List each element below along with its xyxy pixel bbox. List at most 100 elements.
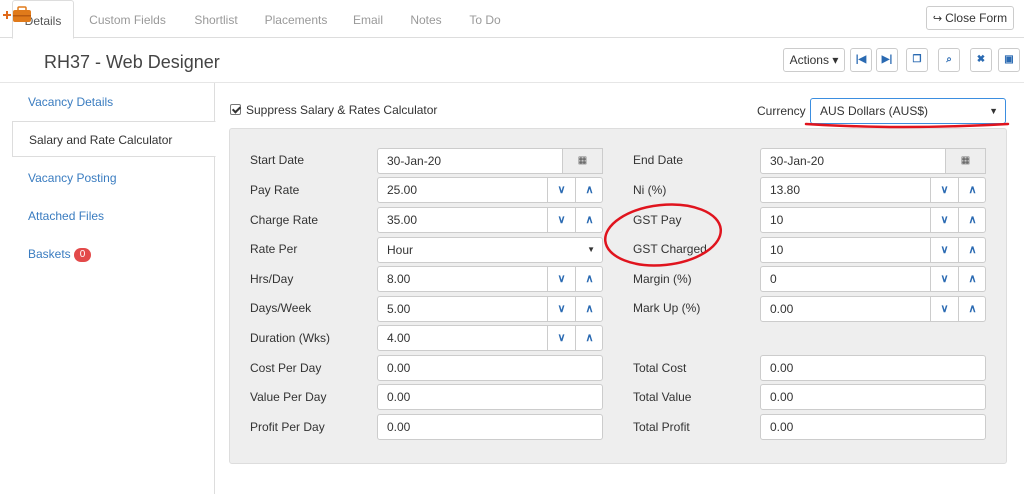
- chevron-down-icon[interactable]: ∨: [930, 208, 958, 232]
- chevron-up-icon[interactable]: ∧: [958, 238, 986, 262]
- chevron-up-icon[interactable]: ∧: [575, 178, 603, 202]
- chevron-up-icon[interactable]: ∧: [958, 267, 986, 291]
- actions-label: Actions: [789, 53, 829, 67]
- caret-down-icon: ▼: [989, 106, 998, 116]
- chevron-down-icon[interactable]: ∨: [930, 178, 958, 202]
- profit-per-day-field[interactable]: 0.00: [377, 414, 603, 440]
- sidebar-item-vacancy-details[interactable]: Vacancy Details: [12, 84, 215, 120]
- mark-up-field[interactable]: 0.00 ∨ ∧: [760, 296, 986, 322]
- hrs-day-field[interactable]: 8.00 ∨ ∧: [377, 266, 603, 292]
- total-profit-field[interactable]: 0.00: [760, 414, 986, 440]
- gst-pay-value: 10: [770, 213, 784, 227]
- duration-value: 4.00: [387, 331, 411, 345]
- cost-per-day-field[interactable]: 0.00: [377, 355, 603, 381]
- currency-value: AUS Dollars (AUS$): [820, 104, 929, 118]
- end-date-value: 30-Jan-20: [770, 154, 825, 168]
- chevron-up-icon[interactable]: ∧: [958, 297, 986, 321]
- chevron-down-icon[interactable]: ∨: [547, 297, 575, 321]
- sidebar-item-attached-files[interactable]: Attached Files: [12, 198, 215, 234]
- rate-per-label: Rate Per: [250, 242, 298, 256]
- gst-pay-label: GST Pay: [633, 213, 682, 227]
- chevron-up-icon[interactable]: ∧: [575, 326, 603, 350]
- margin-label: Margin (%): [633, 272, 692, 286]
- ni-label: Ni (%): [633, 183, 667, 197]
- pay-rate-value: 25.00: [387, 183, 418, 197]
- start-date-value: 30-Jan-20: [387, 154, 442, 168]
- chevron-down-icon[interactable]: ∨: [547, 178, 575, 202]
- copy-icon[interactable]: ❐: [906, 48, 928, 72]
- exit-icon: ↪: [932, 13, 943, 25]
- first-record-icon[interactable]: |◀: [850, 48, 872, 72]
- last-record-icon[interactable]: ▶|: [876, 48, 898, 72]
- checkbox-checked[interactable]: [230, 104, 241, 115]
- chevron-down-icon[interactable]: ∨: [547, 267, 575, 291]
- rate-per-value: Hour: [387, 243, 414, 257]
- search-icon[interactable]: ⌕: [938, 48, 960, 72]
- start-date-field[interactable]: 30-Jan-20 ▦: [377, 148, 603, 174]
- gst-charged-label: GST Charged: [633, 242, 707, 256]
- total-value-field[interactable]: 0.00: [760, 384, 986, 410]
- baskets-count-badge: 0: [73, 248, 92, 262]
- charge-rate-field[interactable]: 35.00 ∨ ∧: [377, 207, 603, 233]
- margin-value: 0: [770, 272, 777, 286]
- chevron-down-icon[interactable]: ∨: [930, 238, 958, 262]
- save-icon[interactable]: ▣: [998, 48, 1020, 72]
- chevron-up-icon[interactable]: ∧: [575, 208, 603, 232]
- close-icon[interactable]: ✖: [970, 48, 992, 72]
- actions-dropdown[interactable]: Actions ▾: [783, 48, 845, 72]
- total-cost-label: Total Cost: [633, 361, 687, 375]
- tab-notes[interactable]: Notes: [400, 0, 452, 40]
- calendar-icon[interactable]: ▦: [945, 148, 986, 174]
- tab-todo[interactable]: To Do: [460, 0, 510, 40]
- profit-per-day-label: Profit Per Day: [250, 420, 325, 434]
- value-per-day-label: Value Per Day: [250, 390, 327, 404]
- total-cost-field[interactable]: 0.00: [760, 355, 986, 381]
- suppress-calculator-checkbox[interactable]: Suppress Salary & Rates Calculator: [230, 103, 437, 117]
- page-title: RH37 - Web Designer: [44, 52, 220, 72]
- hrs-day-value: 8.00: [387, 272, 411, 286]
- tab-custom-fields[interactable]: Custom Fields: [80, 0, 175, 40]
- chevron-down-icon[interactable]: ∨: [930, 297, 958, 321]
- cost-per-day-label: Cost Per Day: [250, 361, 322, 375]
- caret-down-icon: ▾: [832, 53, 839, 67]
- suppress-label: Suppress Salary & Rates Calculator: [246, 103, 438, 117]
- tab-placements[interactable]: Placements: [256, 0, 336, 40]
- chevron-down-icon[interactable]: ∨: [547, 326, 575, 350]
- duration-label: Duration (Wks): [250, 331, 331, 345]
- chevron-up-icon[interactable]: ∧: [575, 267, 603, 291]
- total-profit-label: Total Profit: [633, 420, 690, 434]
- ni-field[interactable]: 13.80 ∨ ∧: [760, 177, 986, 203]
- value-per-day-field[interactable]: 0.00: [377, 384, 603, 410]
- sidebar-item-label: Baskets: [28, 247, 71, 261]
- pay-rate-field[interactable]: 25.00 ∨ ∧: [377, 177, 603, 203]
- chevron-down-icon[interactable]: ∨: [547, 208, 575, 232]
- hrs-day-label: Hrs/Day: [250, 272, 294, 286]
- duration-field[interactable]: 4.00 ∨ ∧: [377, 325, 603, 351]
- currency-select[interactable]: AUS Dollars (AUS$) ▼: [810, 98, 1006, 124]
- charge-rate-value: 35.00: [387, 213, 418, 227]
- mark-up-label: Mark Up (%): [633, 301, 701, 315]
- gst-charged-field[interactable]: 10 ∨ ∧: [760, 237, 986, 263]
- chevron-up-icon[interactable]: ∧: [958, 178, 986, 202]
- tab-email[interactable]: Email: [344, 0, 392, 40]
- days-week-field[interactable]: 5.00 ∨ ∧: [377, 296, 603, 322]
- gst-charged-value: 10: [770, 243, 784, 257]
- total-value-label: Total Value: [633, 390, 692, 404]
- mark-up-value: 0.00: [770, 302, 794, 316]
- end-date-label: End Date: [633, 153, 684, 167]
- chevron-up-icon[interactable]: ∧: [575, 297, 603, 321]
- sidebar-item-vacancy-posting[interactable]: Vacancy Posting: [12, 160, 215, 196]
- close-form-label: Close Form: [945, 11, 1008, 25]
- chevron-down-icon[interactable]: ∨: [930, 267, 958, 291]
- gst-pay-field[interactable]: 10 ∨ ∧: [760, 207, 986, 233]
- tab-shortlist[interactable]: Shortlist: [182, 0, 250, 40]
- rate-per-select[interactable]: Hour ▼: [377, 237, 603, 263]
- chevron-up-icon[interactable]: ∧: [958, 208, 986, 232]
- margin-field[interactable]: 0 ∨ ∧: [760, 266, 986, 292]
- days-week-label: Days/Week: [250, 301, 312, 315]
- calendar-icon[interactable]: ▦: [562, 148, 603, 174]
- close-form-button[interactable]: ↪ Close Form: [926, 6, 1014, 30]
- sidebar-item-baskets[interactable]: Baskets 0: [12, 236, 215, 272]
- sidebar-item-salary-calculator[interactable]: Salary and Rate Calculator: [12, 121, 216, 157]
- end-date-field[interactable]: 30-Jan-20 ▦: [760, 148, 986, 174]
